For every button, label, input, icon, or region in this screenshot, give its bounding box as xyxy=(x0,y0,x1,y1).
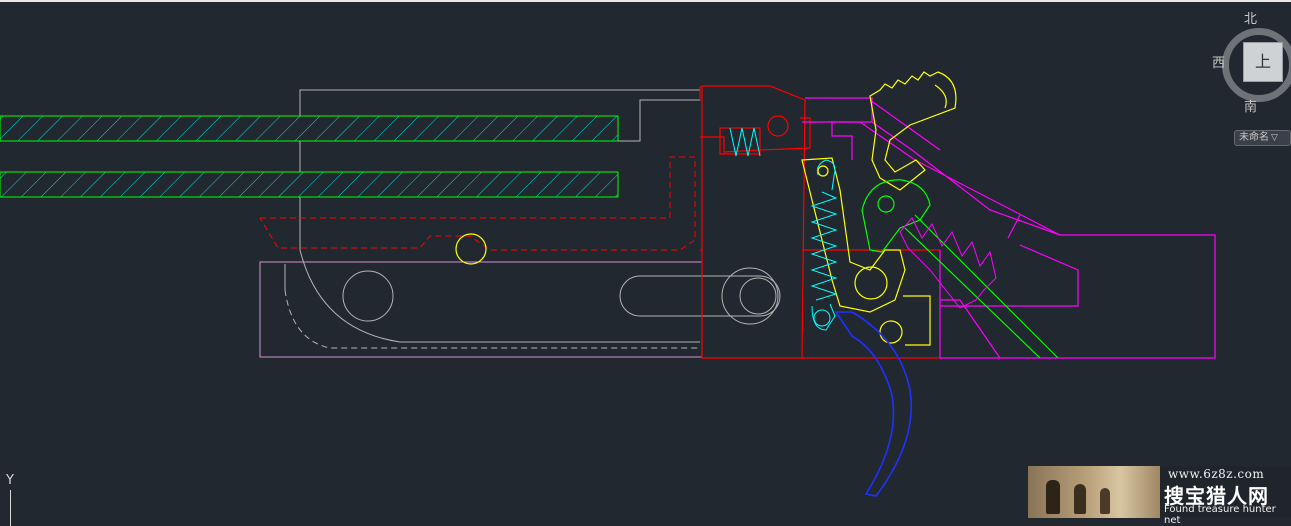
watermark-photo xyxy=(1028,466,1160,518)
trigger xyxy=(834,311,913,497)
hammer xyxy=(861,179,1059,359)
firing-pin-ball xyxy=(767,115,789,137)
drawing-canvas[interactable] xyxy=(0,0,1291,526)
ucs-y-axis-icon xyxy=(10,490,11,526)
viewcube-south-label[interactable]: 南 xyxy=(1244,96,1257,115)
sear-spring xyxy=(810,159,838,331)
sear-lever xyxy=(455,71,957,346)
viewcube[interactable]: 北 西 南 上 xyxy=(1210,4,1291,115)
barrel-lower xyxy=(0,171,619,198)
watermark: www.6z8z.com 搜宝猎人网 Found treasure hunter… xyxy=(1028,466,1291,526)
watermark-url: www.6z8z.com xyxy=(1168,467,1265,481)
chevron-down-icon: ▽ xyxy=(1271,133,1278,143)
barrel-upper xyxy=(0,115,619,142)
trigger-housing xyxy=(700,85,940,359)
viewcube-west-label[interactable]: 西 xyxy=(1212,52,1225,71)
ucs-y-axis-label: Y xyxy=(6,473,14,488)
viewcube-north-label[interactable]: 北 xyxy=(1244,8,1257,27)
mainspring xyxy=(899,217,997,309)
ucs-menu-label: 未命名 xyxy=(1239,132,1269,143)
viewcube-top-face[interactable]: 上 xyxy=(1243,42,1283,82)
ucs-menu-button[interactable]: 未命名 ▽ xyxy=(1234,130,1291,146)
pins xyxy=(342,267,781,325)
watermark-english-text: Found treasure hunter net xyxy=(1164,504,1276,526)
